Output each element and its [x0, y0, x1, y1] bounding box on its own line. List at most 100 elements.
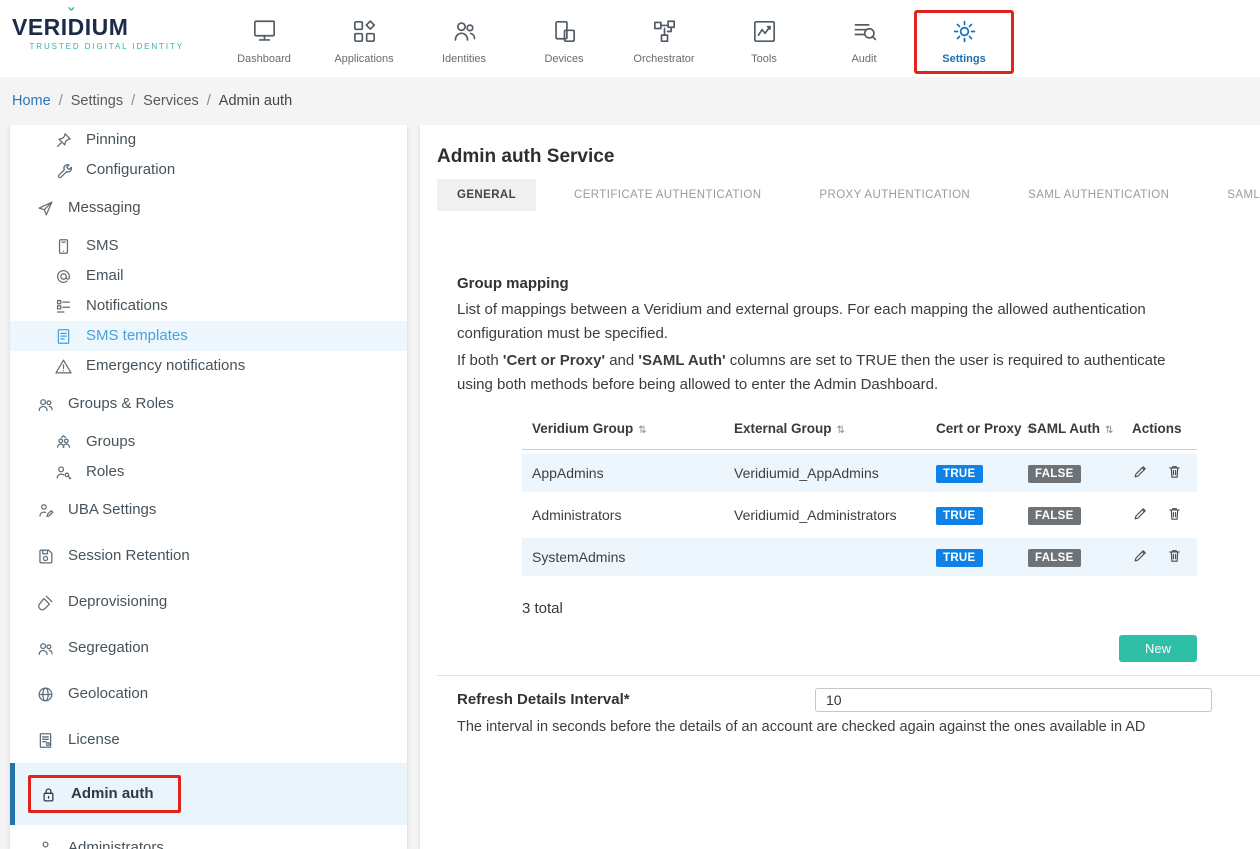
nav-item-settings[interactable]: Settings [914, 10, 1014, 74]
sidebar-item-pinning[interactable]: Pinning [10, 125, 407, 155]
sidebar-item-label: Admin auth [71, 783, 154, 805]
sidebar-item-geolocation[interactable]: Geolocation [10, 671, 407, 717]
status-badge-cert-or-proxy: TRUE [936, 507, 983, 525]
breadcrumb-settings[interactable]: Settings [71, 93, 123, 109]
main-navigation: Dashboard Applications Identities Device… [214, 10, 1014, 74]
group-mapping-section: Group mapping List of mappings between a… [457, 273, 1197, 662]
sidebar-item-label: Session Retention [68, 545, 190, 567]
send-icon [36, 199, 55, 218]
nav-label: Audit [851, 53, 876, 65]
sidebar-item-label: Emergency notifications [86, 355, 245, 377]
logo-text: VERIDIUMˇ [12, 14, 128, 41]
sidebar-item-sms-templates[interactable]: SMS templates [10, 321, 407, 351]
devices-icon [550, 17, 579, 46]
users-icon [36, 639, 55, 658]
breadcrumb-separator: / [207, 93, 211, 109]
tab-certificate-authentication[interactable]: CERTIFICATE AUTHENTICATION [554, 179, 781, 211]
sidebar-item-license[interactable]: License [10, 717, 407, 763]
sidebar-item-groups[interactable]: Groups [10, 427, 407, 457]
settings-sidebar: Pinning Configuration Messaging SMS Emai… [10, 125, 407, 849]
nav-item-orchestrator[interactable]: Orchestrator [614, 10, 714, 74]
breadcrumb-home[interactable]: Home [12, 93, 51, 109]
tab-general[interactable]: GENERAL [437, 179, 536, 211]
sidebar-item-emergency-notifications[interactable]: Emergency notifications [10, 351, 407, 381]
edit-button[interactable] [1132, 463, 1149, 480]
sidebar-item-session-retention[interactable]: Session Retention [10, 533, 407, 579]
edit-button[interactable] [1132, 547, 1149, 564]
sidebar-item-label: SMS [86, 235, 119, 257]
sidebar-item-groups-and-roles[interactable]: Groups & Roles [10, 381, 407, 427]
dashboard-icon [250, 17, 279, 46]
tab-saml-authentication[interactable]: SAML AUTHENTICATION [1008, 179, 1189, 211]
group-mapping-table: Veridium Group External Group Cert or Pr… [522, 411, 1197, 580]
sidebar-item-label: Roles [86, 461, 124, 483]
column-header-saml-auth[interactable]: SAML Auth [1018, 415, 1122, 450]
document-icon [54, 327, 73, 346]
cell-external-group: Veridiumid_AppAdmins [724, 454, 926, 492]
sidebar-item-deprovisioning[interactable]: Deprovisioning [10, 579, 407, 625]
column-header-actions: Actions [1122, 415, 1197, 450]
cell-external-group [724, 538, 926, 576]
breadcrumb-separator: / [59, 93, 63, 109]
breadcrumb-services[interactable]: Services [143, 93, 199, 109]
group-mapping-table-zone: Veridium Group External Group Cert or Pr… [457, 411, 1197, 662]
new-button[interactable]: New [1119, 635, 1197, 662]
broom-icon [36, 593, 55, 612]
nav-item-identities[interactable]: Identities [414, 10, 514, 74]
service-tabs: GENERAL CERTIFICATE AUTHENTICATION PROXY… [437, 179, 1260, 211]
sidebar-item-label: Notifications [86, 295, 168, 317]
delete-button[interactable] [1166, 463, 1183, 480]
pencil-icon [1132, 505, 1149, 522]
delete-button[interactable] [1166, 505, 1183, 522]
main-content: Admin auth Service GENERAL CERTIFICATE A… [420, 125, 1260, 849]
nav-label: Settings [942, 53, 985, 65]
refresh-interval-input[interactable] [815, 688, 1212, 712]
sidebar-item-sms[interactable]: SMS [10, 231, 407, 261]
sidebar-item-label: Messaging [68, 197, 141, 219]
sidebar-item-segregation[interactable]: Segregation [10, 625, 407, 671]
nav-item-devices[interactable]: Devices [514, 10, 614, 74]
sidebar-item-administrators[interactable]: Administrators [10, 825, 407, 849]
cell-veridium-group: AppAdmins [522, 454, 724, 492]
section-divider [437, 675, 1260, 676]
orchestrator-icon [650, 17, 679, 46]
page-title: Admin auth Service [437, 145, 1260, 169]
table-row: Administrators Veridiumid_Administrators… [522, 496, 1197, 534]
pin-icon [54, 131, 73, 150]
nav-item-applications[interactable]: Applications [314, 10, 414, 74]
sidebar-item-roles[interactable]: Roles [10, 457, 407, 487]
breadcrumb: Home / Settings / Services / Admin auth [0, 77, 1260, 125]
sidebar-item-label: Pinning [86, 129, 136, 151]
edit-button[interactable] [1132, 505, 1149, 522]
red-annotation-admin-auth: Admin auth [28, 775, 181, 813]
logo-accent-mark: ˇ [68, 5, 75, 26]
nav-item-tools[interactable]: Tools [714, 10, 814, 74]
sidebar-item-notifications[interactable]: Notifications [10, 291, 407, 321]
column-header-veridium-group[interactable]: Veridium Group [522, 415, 724, 450]
tab-saml-key[interactable]: SAML KE [1207, 179, 1260, 211]
sidebar-item-admin-auth[interactable]: Admin auth [10, 763, 407, 825]
uba-icon [36, 501, 55, 520]
column-header-cert-or-proxy[interactable]: Cert or Proxy [926, 415, 1018, 450]
nav-item-dashboard[interactable]: Dashboard [214, 10, 314, 74]
nav-label: Dashboard [237, 53, 291, 65]
cell-external-group: Veridiumid_Administrators [724, 496, 926, 534]
delete-button[interactable] [1166, 547, 1183, 564]
nav-label: Tools [751, 53, 777, 65]
column-header-external-group[interactable]: External Group [724, 415, 926, 450]
tab-proxy-authentication[interactable]: PROXY AUTHENTICATION [799, 179, 990, 211]
sidebar-item-email[interactable]: Email [10, 261, 407, 291]
status-badge-saml-auth: FALSE [1028, 549, 1081, 567]
group-mapping-description-2: If both 'Cert or Proxy' and 'SAML Auth' … [457, 349, 1197, 397]
sidebar-item-label: Configuration [86, 159, 175, 181]
sidebar-item-label: Groups & Roles [68, 393, 174, 415]
identities-icon [450, 17, 479, 46]
sidebar-item-label: UBA Settings [68, 499, 156, 521]
nav-item-audit[interactable]: Audit [814, 10, 914, 74]
sidebar-item-configuration[interactable]: Configuration [10, 155, 407, 185]
sidebar-item-messaging[interactable]: Messaging [10, 185, 407, 231]
sidebar-item-uba-settings[interactable]: UBA Settings [10, 487, 407, 533]
refresh-interval-section: Refresh Details Interval* The interval i… [457, 688, 1197, 738]
tools-icon [750, 17, 779, 46]
table-total-count: 3 total [522, 600, 1197, 617]
